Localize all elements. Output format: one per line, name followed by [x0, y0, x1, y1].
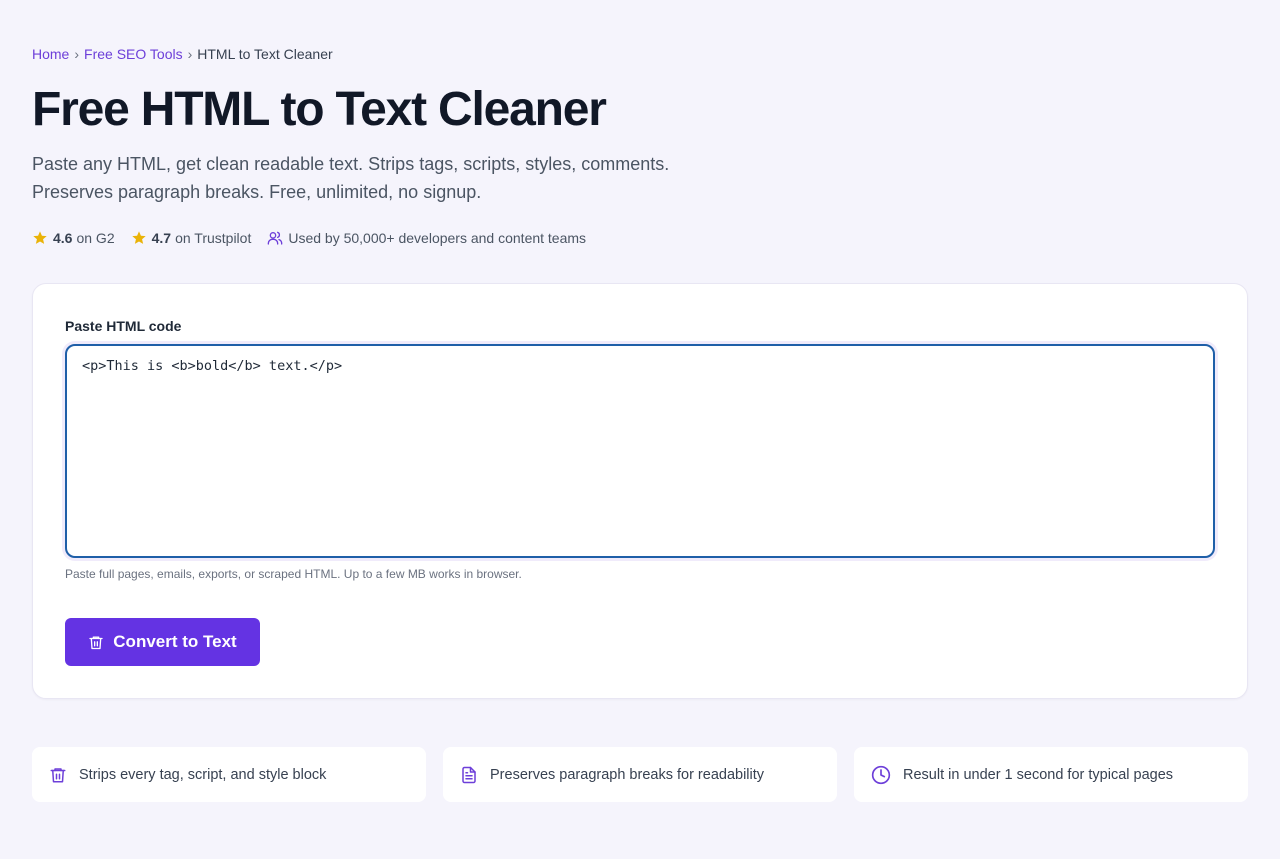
page: Home › Free SEO Tools › HTML to Text Cle…	[0, 0, 1280, 859]
clock-icon	[871, 765, 891, 784]
breadcrumb-separator: ›	[187, 46, 193, 62]
star-icon	[131, 231, 146, 244]
ratings-row: 4.6 on G2 4.7 on Trustpilot Used by 50,0…	[32, 230, 602, 246]
convert-button-label: Convert to Text	[113, 632, 237, 651]
trustpilot-rating: 4.7 on Trustpilot	[131, 230, 252, 246]
trustpilot-score: 4.7	[151, 230, 172, 246]
convert-button[interactable]: Convert to Text	[65, 618, 260, 666]
breadcrumb-current: HTML to Text Cleaner	[197, 46, 333, 62]
breadcrumb-tools-link[interactable]: Free SEO Tools	[84, 46, 183, 62]
feature-card: Preserves paragraph breaks for readabili…	[443, 747, 837, 802]
feature-text: Strips every tag, script, and style bloc…	[79, 766, 327, 783]
html-input-label: Paste HTML code	[65, 318, 182, 334]
page-subtitle: Paste any HTML, get clean readable text.…	[32, 154, 670, 202]
usage-stat: Used by 50,000+ developers and content t…	[267, 230, 586, 246]
breadcrumb-separator: ›	[74, 46, 80, 62]
trustpilot-label: on Trustpilot	[175, 230, 252, 246]
features-row: Strips every tag, script, and style bloc…	[32, 747, 1248, 802]
feature-text: Preserves paragraph breaks for readabili…	[490, 766, 765, 783]
converter-card: Paste HTML code <p>This is <b>bold</b> t…	[32, 283, 1248, 699]
document-icon	[462, 766, 476, 783]
page-title: Free HTML to Text Cleaner	[32, 83, 607, 136]
input-hint: Paste full pages, emails, exports, or sc…	[65, 567, 522, 581]
star-icon	[33, 231, 47, 244]
g2-rating: 4.6 on G2	[32, 230, 115, 246]
trash-icon	[50, 767, 66, 782]
trash-icon	[89, 636, 103, 649]
g2-score: 4.6	[53, 230, 73, 246]
g2-label: on G2	[76, 230, 115, 246]
feature-text: Result in under 1 second for typical pag…	[903, 766, 1174, 783]
feature-card: Strips every tag, script, and style bloc…	[32, 747, 426, 802]
breadcrumb: Home › Free SEO Tools › HTML to Text Cle…	[32, 46, 333, 62]
breadcrumb-home-link[interactable]: Home	[32, 46, 69, 62]
feature-card: Result in under 1 second for typical pag…	[854, 747, 1248, 802]
users-icon	[268, 231, 283, 245]
html-input[interactable]: <p>This is <b>bold</b> text.</p>	[65, 344, 1215, 558]
usage-text: Used by 50,000+ developers and content t…	[288, 230, 587, 246]
